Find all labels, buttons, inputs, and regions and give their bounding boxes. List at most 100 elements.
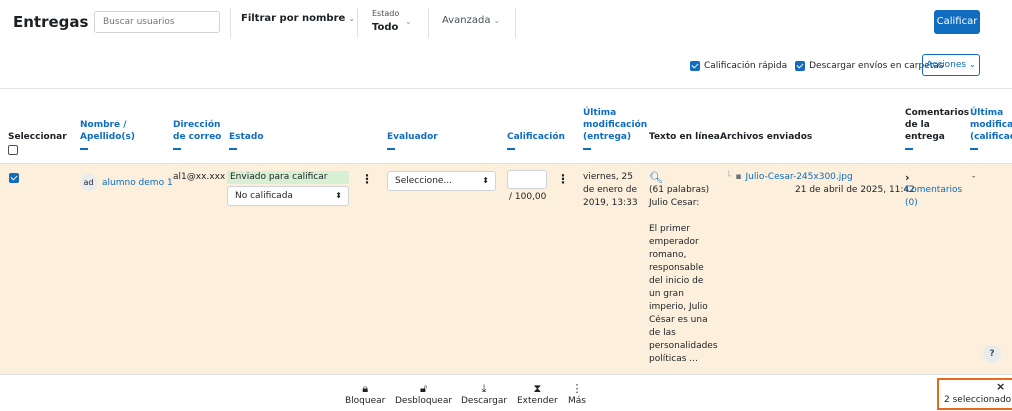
header-last-mod-grade-label: Última modificación (calificación) [970,108,1012,142]
header-grader-label: Evaluador [387,132,438,142]
header-grader[interactable]: Evaluador [387,131,438,150]
advanced-filter-button[interactable]: Avanzada ⌄ [442,15,500,26]
filter-label: Filtrar por nombre [241,13,346,24]
online-text-line: romano, [649,250,687,260]
unlock-icon: 🔓︎ [419,382,428,395]
header-status-label: Estado [229,132,264,142]
divider [428,8,429,38]
help-button[interactable]: ? [983,345,1001,363]
last-mod-grade-cell: - [972,172,976,182]
actions-dropdown[interactable]: Acciones ⌄ [922,54,980,76]
filter-by-name-button[interactable]: Filtrar por nombre ⌄ [241,13,355,24]
avatar: ad [80,174,97,191]
download-folders-checkbox[interactable] [795,61,806,71]
header-grade-label: Calificación [507,132,565,142]
divider [357,8,358,38]
online-text-line [649,210,714,223]
kebab-icon: ⋮ [571,382,583,395]
grade-button[interactable]: Calificar [934,10,980,34]
sort-icon [80,148,88,150]
header-name[interactable]: Nombre / Apellido(s) [80,119,140,150]
search-input[interactable] [94,11,220,33]
header-last-mod-grade[interactable]: Última modificación (calificación) [970,107,1012,150]
status-badge: Enviado para calificar [227,171,349,184]
download-button[interactable]: ⤓ Descargar [461,382,508,407]
quick-grading-checkbox[interactable] [690,61,700,71]
quick-grading-label: Calificación rápida [704,61,788,71]
grader-select[interactable]: Seleccione... ⬍ [387,171,496,191]
lock-label: Bloquear [345,396,386,406]
header-email[interactable]: Dirección de correo [173,119,223,150]
grade-max: / 100,00 [509,192,547,202]
grader-select-value: Seleccione... [395,176,453,186]
online-text-line: responsable [649,263,704,273]
email-cell: al1@xx.xxx [173,172,226,182]
chevron-down-icon: ⌄ [348,14,355,23]
online-text-line: un gran [649,289,684,299]
unlock-button[interactable]: 🔓︎ Desbloquear [395,382,453,407]
close-icon[interactable]: × [996,380,1005,393]
comments-link[interactable]: Comentarios (0) [905,184,962,210]
chevron-right-icon[interactable]: › [905,171,910,184]
more-label: Más [568,396,586,406]
sort-icon [229,148,237,150]
row-select-checkbox[interactable] [9,173,19,183]
online-text-line: El primer [649,224,690,234]
sort-icon [507,148,515,150]
header-files: Archivos enviados [720,132,813,142]
header-feedback[interactable]: Comentarios de la entrega [905,107,969,150]
header-last-modified[interactable]: Última modificación (entrega) [583,107,647,150]
grading-options: Calificación rápida Descargar envíos en … [690,58,943,74]
estado-dropdown[interactable]: Todo [372,22,398,33]
header-name-label: Nombre / Apellido(s) [80,120,135,142]
word-count: (61 palabras) [649,185,710,195]
divider [230,8,231,38]
file-item: └ ▪ Julio-Cesar-245x300.jpg [726,171,853,184]
download-icon: ⤓ [481,382,487,395]
online-text-line: personalidades [649,341,718,351]
select-arrow-icon: ⬍ [482,176,489,185]
student-name-cell: ad alumno demo 1 [80,174,173,191]
sort-icon [173,148,181,150]
online-text-line: César es una [649,315,708,325]
grade-menu-kebab-icon[interactable]: ⋮ [557,172,569,186]
online-text-line: políticas ... [649,354,698,364]
header-select: Seleccionar [8,131,67,156]
last-modified-cell: viernes, 25 de enero de 2019, 13:33 [583,172,638,208]
more-button[interactable]: ⋮ Más [568,382,586,407]
divider [515,8,516,38]
chevron-down-icon: ⌄ [493,16,501,25]
header-grade[interactable]: Calificación [507,131,565,150]
header-last-modified-label: Última modificación (entrega) [583,108,648,142]
selection-count: 2 seleccionado [944,395,1012,405]
grading-status-value: No calificada [235,191,293,201]
header-feedback-label: Comentarios de la entrega [905,108,970,142]
sort-icon [905,148,913,150]
online-text-line: imperio, Julio [649,302,708,312]
row-actions-kebab-icon[interactable]: ⋮ [361,172,373,186]
divider [0,88,1012,89]
header-online-text: Texto en línea [649,132,720,142]
download-label: Descargar [461,396,508,406]
estado-label: Estado [372,9,400,18]
online-text-line: Julio Cesar: [649,198,700,208]
hourglass-icon: ⧗ [533,382,542,395]
select-arrow-icon: ⬍ [335,191,342,200]
lock-button[interactable]: 🔒︎ Bloquear [345,382,386,407]
file-link[interactable]: Julio-Cesar-245x300.jpg [746,172,853,182]
online-text-line: emperador [649,237,699,247]
header-status[interactable]: Estado [229,131,264,150]
online-text-line: de las [649,328,676,338]
student-name-link[interactable]: alumno demo 1 [102,178,173,188]
extend-button[interactable]: ⧗ Extender [517,382,558,407]
online-text-content: Julio Cesar: El primer emperador romano, re… [649,197,718,366]
select-all-checkbox[interactable] [8,145,18,155]
extend-label: Extender [517,396,558,406]
grading-status-select[interactable]: No calificada ⬍ [227,186,349,206]
header-email-label: Dirección de correo [173,120,222,142]
chevron-down-icon: ⌄ [405,17,412,26]
grade-input[interactable] [507,170,547,189]
unlock-label: Desbloquear [395,396,453,406]
sort-icon [583,148,591,150]
lock-icon: 🔒︎ [362,382,369,395]
